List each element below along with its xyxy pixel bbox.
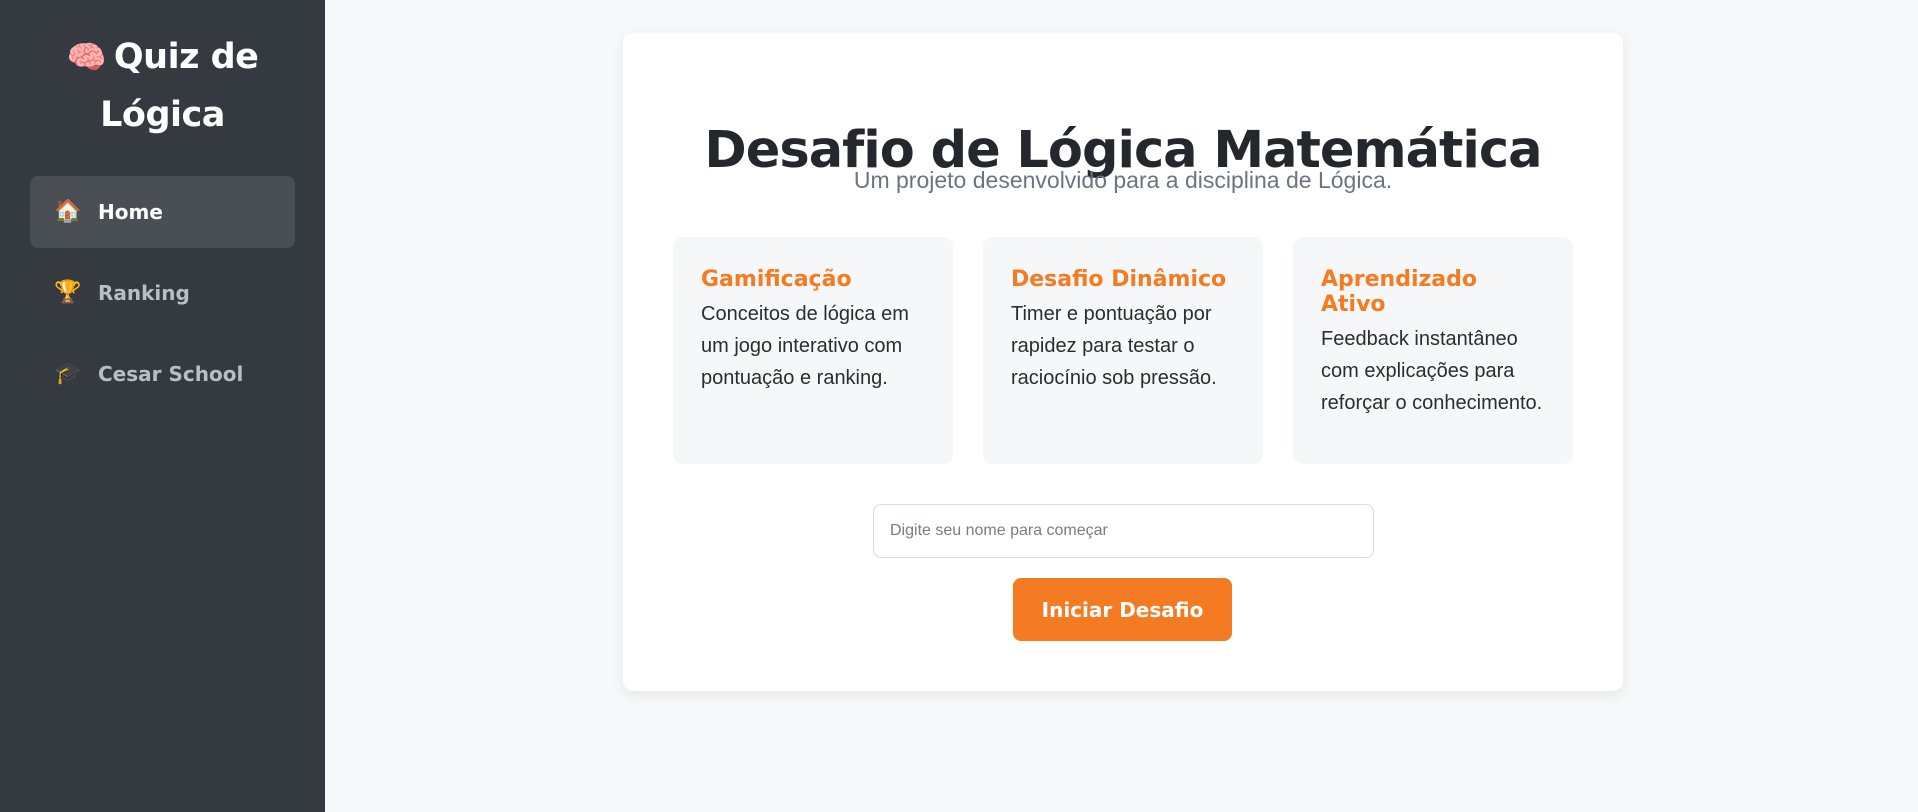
- player-name-input[interactable]: [873, 504, 1374, 558]
- sidebar-nav: 🏠 Home 🏆 Ranking 🎓 Cesar School: [30, 176, 295, 410]
- sidebar-item-ranking[interactable]: 🏆 Ranking: [30, 257, 295, 329]
- sidebar-item-label: Ranking: [98, 281, 190, 305]
- feature-text: Timer e pontuação por rapidez para testa…: [1011, 303, 1217, 389]
- graduation-cap-icon: 🎓: [54, 361, 82, 386]
- feature-card-desafio-dinamico: Desafio Dinâmico Timer e pontuação por r…: [983, 237, 1263, 464]
- brand: 🧠 Quiz de Lógica: [30, 28, 295, 144]
- sidebar-item-cesar-school[interactable]: 🎓 Cesar School: [30, 338, 295, 410]
- feature-list: Gamificação Conceitos de lógica em um jo…: [673, 237, 1573, 464]
- feature-title: Gamificação: [701, 267, 852, 292]
- feature-title: Desafio Dinâmico: [1011, 267, 1227, 292]
- sidebar-item-label: Home: [98, 200, 163, 224]
- brand-title: Quiz de Lógica: [100, 37, 259, 135]
- page-subtitle: Um projeto desenvolvido para a disciplin…: [853, 167, 1393, 193]
- sidebar-item-label: Cesar School: [98, 362, 244, 386]
- quiz-welcome-card: Desafio de Lógica Matemática Um projeto …: [623, 33, 1623, 691]
- brain-icon: 🧠: [66, 38, 107, 76]
- home-icon: 🏠: [54, 199, 82, 224]
- feature-text: Conceitos de lógica em um jogo interativ…: [701, 303, 909, 389]
- feature-title: Aprendizado Ativo: [1321, 267, 1478, 317]
- sidebar: 🧠 Quiz de Lógica 🏠 Home 🏆 Ranking 🎓 Cesar…: [0, 0, 325, 812]
- feature-card-gamificacao: Gamificação Conceitos de lógica em um jo…: [673, 237, 953, 464]
- feature-text: Feedback instantâneo com explicações par…: [1321, 328, 1543, 414]
- start-challenge-button[interactable]: Iniciar Desafio: [1013, 578, 1232, 641]
- trophy-icon: 🏆: [54, 280, 82, 305]
- feature-card-aprendizado-ativo: Aprendizado Ativo Feedback instantâneo c…: [1293, 237, 1573, 464]
- sidebar-item-home[interactable]: 🏠 Home: [30, 176, 295, 248]
